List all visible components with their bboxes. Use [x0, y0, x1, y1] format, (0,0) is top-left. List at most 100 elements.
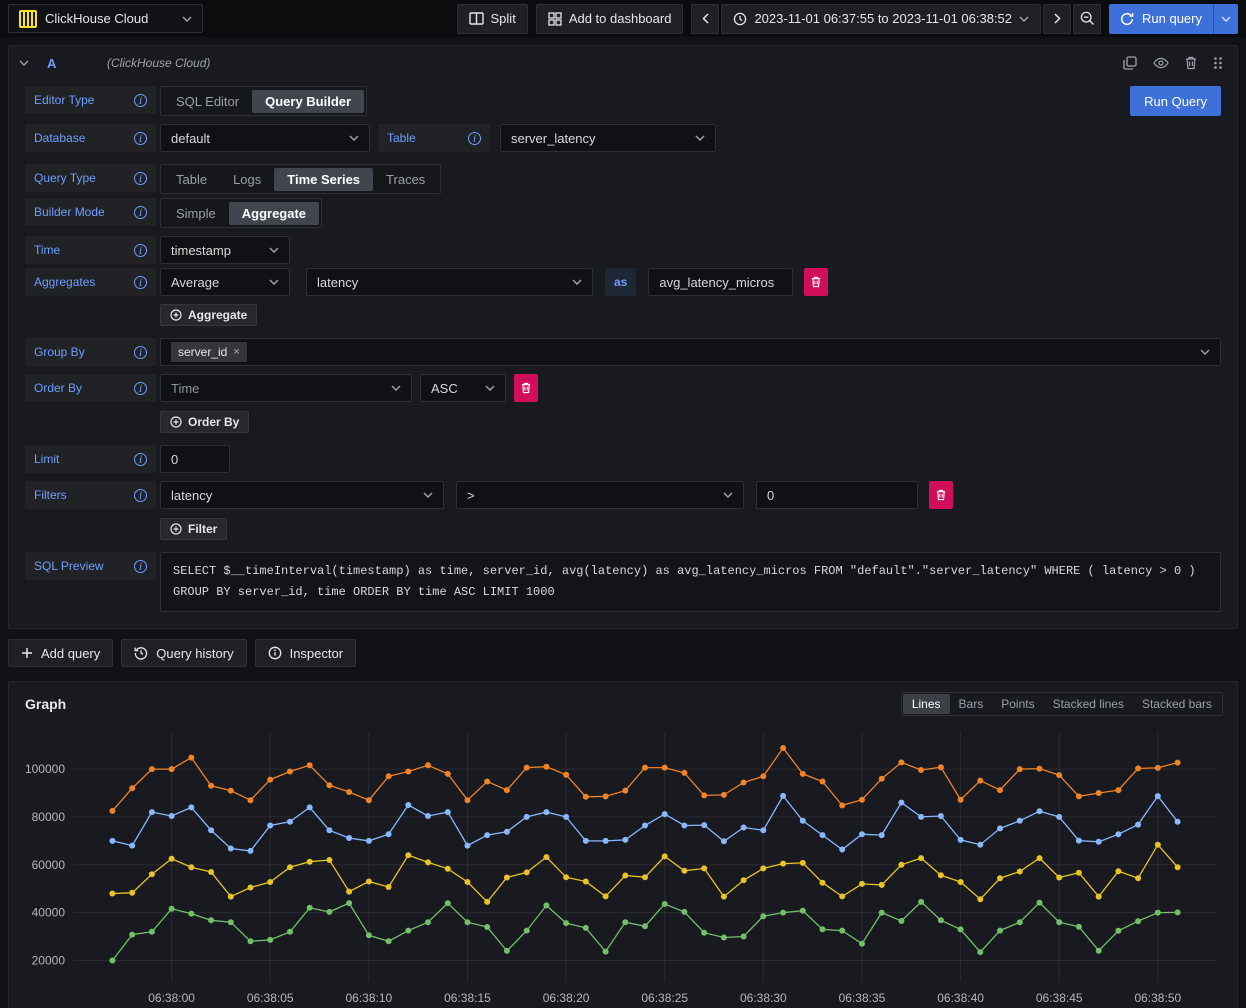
time-range-text: 2023-11-01 06:37:55 to 2023-11-01 06:38:…: [754, 11, 1012, 26]
add-order-by-button[interactable]: Order By: [160, 411, 249, 433]
info-icon[interactable]: i: [134, 206, 147, 219]
time-range-picker[interactable]: 2023-11-01 06:37:55 to 2023-11-01 06:38:…: [721, 4, 1041, 34]
delete-query-icon[interactable]: [1185, 56, 1197, 70]
filter-value-input[interactable]: 0: [756, 481, 918, 509]
aggregate-alias-input[interactable]: avg_latency_micros: [648, 268, 793, 296]
info-icon[interactable]: i: [134, 132, 147, 145]
zoom-out-button[interactable]: [1073, 4, 1101, 34]
query-history-button[interactable]: Query history: [121, 639, 246, 667]
inspector-button[interactable]: Inspector: [255, 639, 356, 667]
query-type-option-traces[interactable]: Traces: [373, 168, 438, 191]
editor-type-label: Editor Typei: [25, 86, 156, 114]
trash-icon: [811, 276, 821, 288]
builder-mode-label: Builder Modei: [25, 198, 156, 226]
run-query-split-button[interactable]: Run query: [1109, 4, 1238, 34]
limit-label: Limiti: [25, 445, 156, 473]
query-editor-panel: A (ClickHouse Cloud) Run Query Editor Ty…: [8, 45, 1238, 629]
group-by-tag[interactable]: server_id×: [171, 342, 247, 362]
builder-mode-toggle: SimpleAggregate: [160, 198, 322, 228]
svg-text:06:38:00: 06:38:00: [148, 991, 195, 1005]
graph-mode-points[interactable]: Points: [992, 694, 1043, 714]
split-label: Split: [491, 11, 516, 26]
filter-field-select[interactable]: latency: [160, 481, 444, 509]
datasource-name: ClickHouse Cloud: [45, 11, 174, 26]
filters-label: Filtersi: [25, 481, 156, 509]
zoom-out-icon: [1080, 11, 1095, 26]
add-filter-button[interactable]: Filter: [160, 518, 227, 540]
order-by-label: Order Byi: [25, 374, 156, 402]
split-button[interactable]: Split: [457, 4, 528, 34]
order-by-field-select[interactable]: Time: [160, 374, 412, 402]
query-ref-id: A: [47, 56, 107, 71]
graph-panel: Graph LinesBarsPointsStacked linesStacke…: [8, 681, 1238, 1008]
info-icon[interactable]: i: [134, 453, 147, 466]
time-range-back-button[interactable]: [691, 4, 719, 34]
limit-input[interactable]: 0: [160, 445, 230, 473]
aggregate-function-select[interactable]: Average: [160, 268, 290, 296]
table-select[interactable]: server_latency: [500, 124, 716, 152]
aggregate-column-select[interactable]: latency: [306, 268, 593, 296]
run-query-dropdown[interactable]: [1213, 4, 1238, 34]
info-icon[interactable]: i: [134, 346, 147, 359]
graph-mode-tabs: LinesBarsPointsStacked linesStacked bars: [901, 692, 1223, 716]
info-icon[interactable]: i: [468, 132, 481, 145]
duplicate-query-icon[interactable]: [1123, 56, 1137, 70]
split-icon: [469, 12, 484, 25]
run-query-button[interactable]: Run Query: [1130, 86, 1221, 116]
info-icon[interactable]: i: [134, 244, 147, 257]
graph-mode-stacked-lines[interactable]: Stacked lines: [1044, 694, 1133, 714]
add-query-button[interactable]: Add query: [8, 639, 113, 667]
drag-handle-icon[interactable]: [1213, 56, 1223, 70]
add-aggregate-button[interactable]: Aggregate: [160, 304, 257, 326]
dashboard-grid-icon: [548, 12, 562, 26]
info-icon[interactable]: i: [134, 489, 147, 502]
trash-icon: [936, 489, 946, 501]
graph-mode-lines[interactable]: Lines: [903, 694, 950, 714]
query-type-option-table[interactable]: Table: [163, 168, 220, 191]
chevron-down-icon: [269, 247, 279, 253]
info-icon[interactable]: i: [134, 382, 147, 395]
remove-tag-icon[interactable]: ×: [233, 346, 239, 358]
plus-circle-icon: [170, 523, 182, 535]
editor-type-option-query-builder[interactable]: Query Builder: [252, 90, 364, 113]
svg-text:06:38:25: 06:38:25: [641, 991, 688, 1005]
svg-text:40000: 40000: [32, 906, 66, 920]
svg-text:06:38:05: 06:38:05: [247, 991, 294, 1005]
hide-query-icon[interactable]: [1153, 57, 1169, 69]
top-toolbar: ClickHouse Cloud Split Add to dashboard …: [0, 0, 1246, 37]
time-label: Timei: [25, 236, 156, 264]
info-icon[interactable]: i: [134, 560, 147, 573]
svg-text:60000: 60000: [32, 858, 66, 872]
svg-text:80000: 80000: [32, 810, 66, 824]
info-icon[interactable]: i: [134, 276, 147, 289]
graph-mode-stacked-bars[interactable]: Stacked bars: [1133, 694, 1221, 714]
info-icon[interactable]: i: [134, 94, 147, 107]
query-type-option-logs[interactable]: Logs: [220, 168, 274, 191]
time-column-select[interactable]: timestamp: [160, 236, 290, 264]
svg-text:100000: 100000: [25, 762, 65, 776]
refresh-icon: [1120, 12, 1134, 26]
group-by-multiselect[interactable]: server_id×: [160, 338, 1221, 366]
graph-mode-bars[interactable]: Bars: [950, 694, 993, 714]
filter-operator-select[interactable]: >: [456, 481, 744, 509]
plus-circle-icon: [170, 416, 182, 428]
query-type-option-time-series[interactable]: Time Series: [274, 168, 373, 191]
remove-filter-button[interactable]: [929, 481, 953, 509]
order-by-direction-select[interactable]: ASC: [420, 374, 506, 402]
remove-aggregate-button[interactable]: [804, 268, 828, 296]
database-select[interactable]: default: [160, 124, 370, 152]
time-range-forward-button[interactable]: [1043, 4, 1071, 34]
builder-mode-option-aggregate[interactable]: Aggregate: [229, 202, 319, 225]
query-header-row[interactable]: A (ClickHouse Cloud): [9, 46, 1237, 80]
builder-mode-option-simple[interactable]: Simple: [163, 202, 229, 225]
add-to-dashboard-button[interactable]: Add to dashboard: [536, 4, 684, 34]
datasource-picker[interactable]: ClickHouse Cloud: [8, 4, 203, 33]
editor-type-option-sql-editor[interactable]: SQL Editor: [163, 90, 252, 113]
chevron-down-icon: [485, 385, 495, 391]
remove-order-by-button[interactable]: [514, 374, 538, 402]
timeseries-chart[interactable]: 2000040000600008000010000006:38:0006:38:…: [19, 722, 1227, 1008]
collapse-chevron-icon[interactable]: [19, 60, 29, 66]
chevron-down-icon: [723, 492, 733, 498]
chevron-down-icon: [391, 385, 401, 391]
info-icon[interactable]: i: [134, 172, 147, 185]
